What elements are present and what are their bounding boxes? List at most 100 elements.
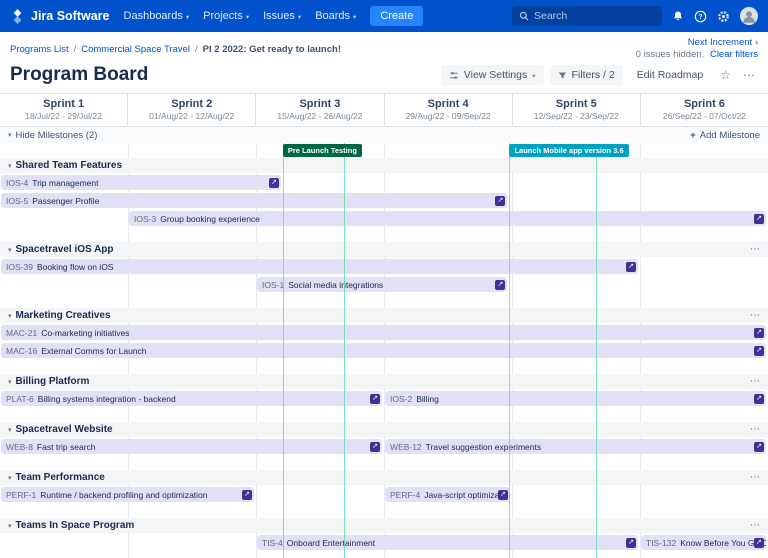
issue-key: IOS-4 [6, 178, 28, 188]
next-increment-link[interactable]: Next Increment › [636, 37, 758, 49]
issue-status-chip-icon: ↗ [370, 442, 380, 452]
page-title: Program Board [10, 64, 148, 86]
section-header[interactable]: ▾Billing Platform⋯ [0, 374, 768, 389]
settings-gear-icon[interactable] [717, 10, 730, 23]
help-icon[interactable]: ? [694, 10, 707, 23]
milestone-badge[interactable]: Launch Mobile app version 3.6 [509, 144, 628, 157]
issue-key: IOS-3 [134, 214, 156, 224]
nav-menu-projects[interactable]: Projects▾ [203, 10, 249, 22]
issue-bar[interactable]: WEB-12Travel suggestion experiments↗ [385, 439, 766, 454]
sprint-name: Sprint 5 [513, 98, 640, 110]
filters-button[interactable]: Filters / 2 [550, 65, 623, 85]
notifications-bell-icon[interactable] [672, 10, 684, 22]
issue-summary: Group booking experience [160, 214, 260, 224]
breadcrumb-row: Programs List/Commercial Space Travel/PI… [0, 32, 768, 61]
issue-status-chip-icon: ↗ [754, 346, 764, 356]
issue-status-chip-icon: ↗ [498, 490, 508, 500]
sprint-name: Sprint 1 [0, 98, 127, 110]
issue-bar[interactable]: MAC-21Co-marketing initiatives↗ [1, 325, 766, 340]
issue-bar[interactable]: IOS-39Booking flow on iOS↗ [1, 259, 638, 274]
issue-bar[interactable]: IOS-5Passenger Profile↗ [1, 193, 507, 208]
user-avatar[interactable] [740, 7, 758, 25]
sprint-dates: 26/Sep/22 - 07/Oct/22 [641, 111, 768, 121]
more-options-icon[interactable]: ⋯ [740, 65, 758, 85]
board-row: MAC-16External Comms for Launch↗ [0, 341, 768, 359]
create-button[interactable]: Create [370, 6, 423, 26]
section-header[interactable]: ▾Team Performance⋯ [0, 470, 768, 485]
global-search[interactable] [512, 6, 662, 26]
issue-status-chip-icon: ↗ [269, 178, 279, 188]
breadcrumb-separator: / [195, 44, 198, 55]
section-spacetravel-website: ▾Spacetravel Website⋯ WEB-8Fast trip sear… [0, 422, 768, 460]
chevron-down-icon: ▾ [532, 71, 535, 80]
section-title: Teams In Space Program [16, 520, 135, 531]
milestone-badge[interactable]: Pre Launch Testing [283, 144, 362, 157]
issue-bar[interactable]: TIS-132Know Before You Go Call↗ [641, 535, 766, 550]
issue-bar[interactable]: PERF-1Runtime / backend profiling and op… [1, 487, 254, 502]
sprint-column-header: Sprint 118/Jul/22 - 29/Jul/22 [0, 94, 127, 126]
issue-bar[interactable]: IOS-2Billing↗ [385, 391, 766, 406]
jira-diamond-icon [10, 9, 25, 24]
board-row: PLAT-6Billing systems integration - back… [0, 389, 768, 407]
section-teams-in-space-program: ▾Teams In Space Program⋯TIS-4Onboard Ent… [0, 518, 768, 556]
section-menu-button[interactable]: ⋯ [750, 377, 760, 387]
issue-summary: Billing systems integration - backend [38, 394, 176, 404]
sprint-name: Sprint 4 [385, 98, 512, 110]
issue-key: TIS-132 [646, 538, 676, 548]
issue-key: WEB-8 [6, 442, 33, 452]
breadcrumb-item[interactable]: Programs List [10, 44, 69, 55]
issue-bar[interactable]: IOS-4Trip management↗ [1, 175, 281, 190]
search-icon [519, 11, 529, 21]
hide-milestones-toggle[interactable]: ▾ Hide Milestones (2) [8, 130, 97, 141]
nav-menu-label: Dashboards [124, 10, 183, 22]
issue-summary: Booking flow on iOS [37, 262, 114, 272]
nav-menu-dashboards[interactable]: Dashboards▾ [124, 10, 190, 22]
sprint-name: Sprint 6 [641, 98, 768, 110]
issue-bar[interactable]: PLAT-6Billing systems integration - back… [1, 391, 382, 406]
nav-menu-issues[interactable]: Issues▾ [263, 10, 301, 22]
breadcrumb-item[interactable]: Commercial Space Travel [81, 44, 190, 55]
star-icon[interactable]: ☆ [717, 65, 734, 85]
issue-bar[interactable]: TIS-4Onboard Entertainment↗ [257, 535, 638, 550]
sprint-dates: 01/Aug/22 - 12/Aug/22 [128, 111, 255, 121]
issue-bar[interactable]: IOS-1Social media integrations↗ [257, 277, 507, 292]
view-settings-button[interactable]: View Settings ▾ [441, 65, 544, 85]
section-menu-button[interactable]: ⋯ [750, 473, 760, 483]
board-controls: View Settings ▾ Filters / 2 Edit Roadmap… [441, 65, 758, 85]
issue-bar[interactable]: WEB-8Fast trip search↗ [1, 439, 382, 454]
issue-key: IOS-1 [262, 280, 284, 290]
section-header[interactable]: ▾Spacetravel Website⋯ [0, 422, 768, 437]
nav-menu-boards[interactable]: Boards▾ [315, 10, 356, 22]
section-header[interactable]: ▾Spacetravel iOS App⋯ [0, 242, 768, 257]
issue-bar[interactable]: MAC-16External Comms for Launch↗ [1, 343, 766, 358]
section-title: Marketing Creatives [16, 310, 111, 321]
issues-hidden-note: 0 issues hidden. [636, 49, 705, 60]
issue-status-chip-icon: ↗ [495, 280, 505, 290]
milestone-badge-strip [0, 143, 768, 158]
search-input[interactable] [534, 10, 649, 22]
section-menu-button[interactable]: ⋯ [750, 245, 760, 255]
issue-bar[interactable]: IOS-3Group booking experience↗ [129, 211, 766, 226]
issue-key: MAC-16 [6, 346, 37, 356]
clear-filters-link[interactable]: Clear filters [710, 49, 758, 60]
section-header[interactable]: ▾Shared Team Features [0, 158, 768, 173]
plus-icon: + [690, 130, 696, 141]
section-header[interactable]: ▾Teams In Space Program⋯ [0, 518, 768, 533]
jira-logo[interactable]: Jira Software [10, 9, 110, 24]
issue-bar[interactable]: PERF-4Java-script optimizations↗ [385, 487, 510, 502]
sprint-header: Sprint 118/Jul/22 - 29/Jul/22Sprint 201/… [0, 93, 768, 127]
add-milestone-button[interactable]: + Add Milestone [690, 130, 760, 141]
section-menu-button[interactable]: ⋯ [750, 521, 760, 531]
section-menu-button[interactable]: ⋯ [750, 425, 760, 435]
breadcrumb: Programs List/Commercial Space Travel/PI… [10, 37, 341, 61]
issue-status-chip-icon: ↗ [754, 538, 764, 548]
board-body: Pre Launch Testing Launch Mobile app vers… [0, 143, 768, 558]
edit-roadmap-button[interactable]: Edit Roadmap [629, 65, 712, 85]
section-shared-team-features: ▾Shared Team Features IOS-4Trip managemen… [0, 158, 768, 232]
section-header[interactable]: ▾Marketing Creatives⋯ [0, 308, 768, 323]
issue-status-chip-icon: ↗ [754, 328, 764, 338]
sprint-dates: 15/Aug/22 - 26/Aug/22 [256, 111, 383, 121]
top-navbar: Jira Software Dashboards▾ Projects▾ Issues… [0, 0, 768, 32]
section-menu-button[interactable]: ⋯ [750, 311, 760, 321]
svg-text:?: ? [698, 13, 702, 20]
